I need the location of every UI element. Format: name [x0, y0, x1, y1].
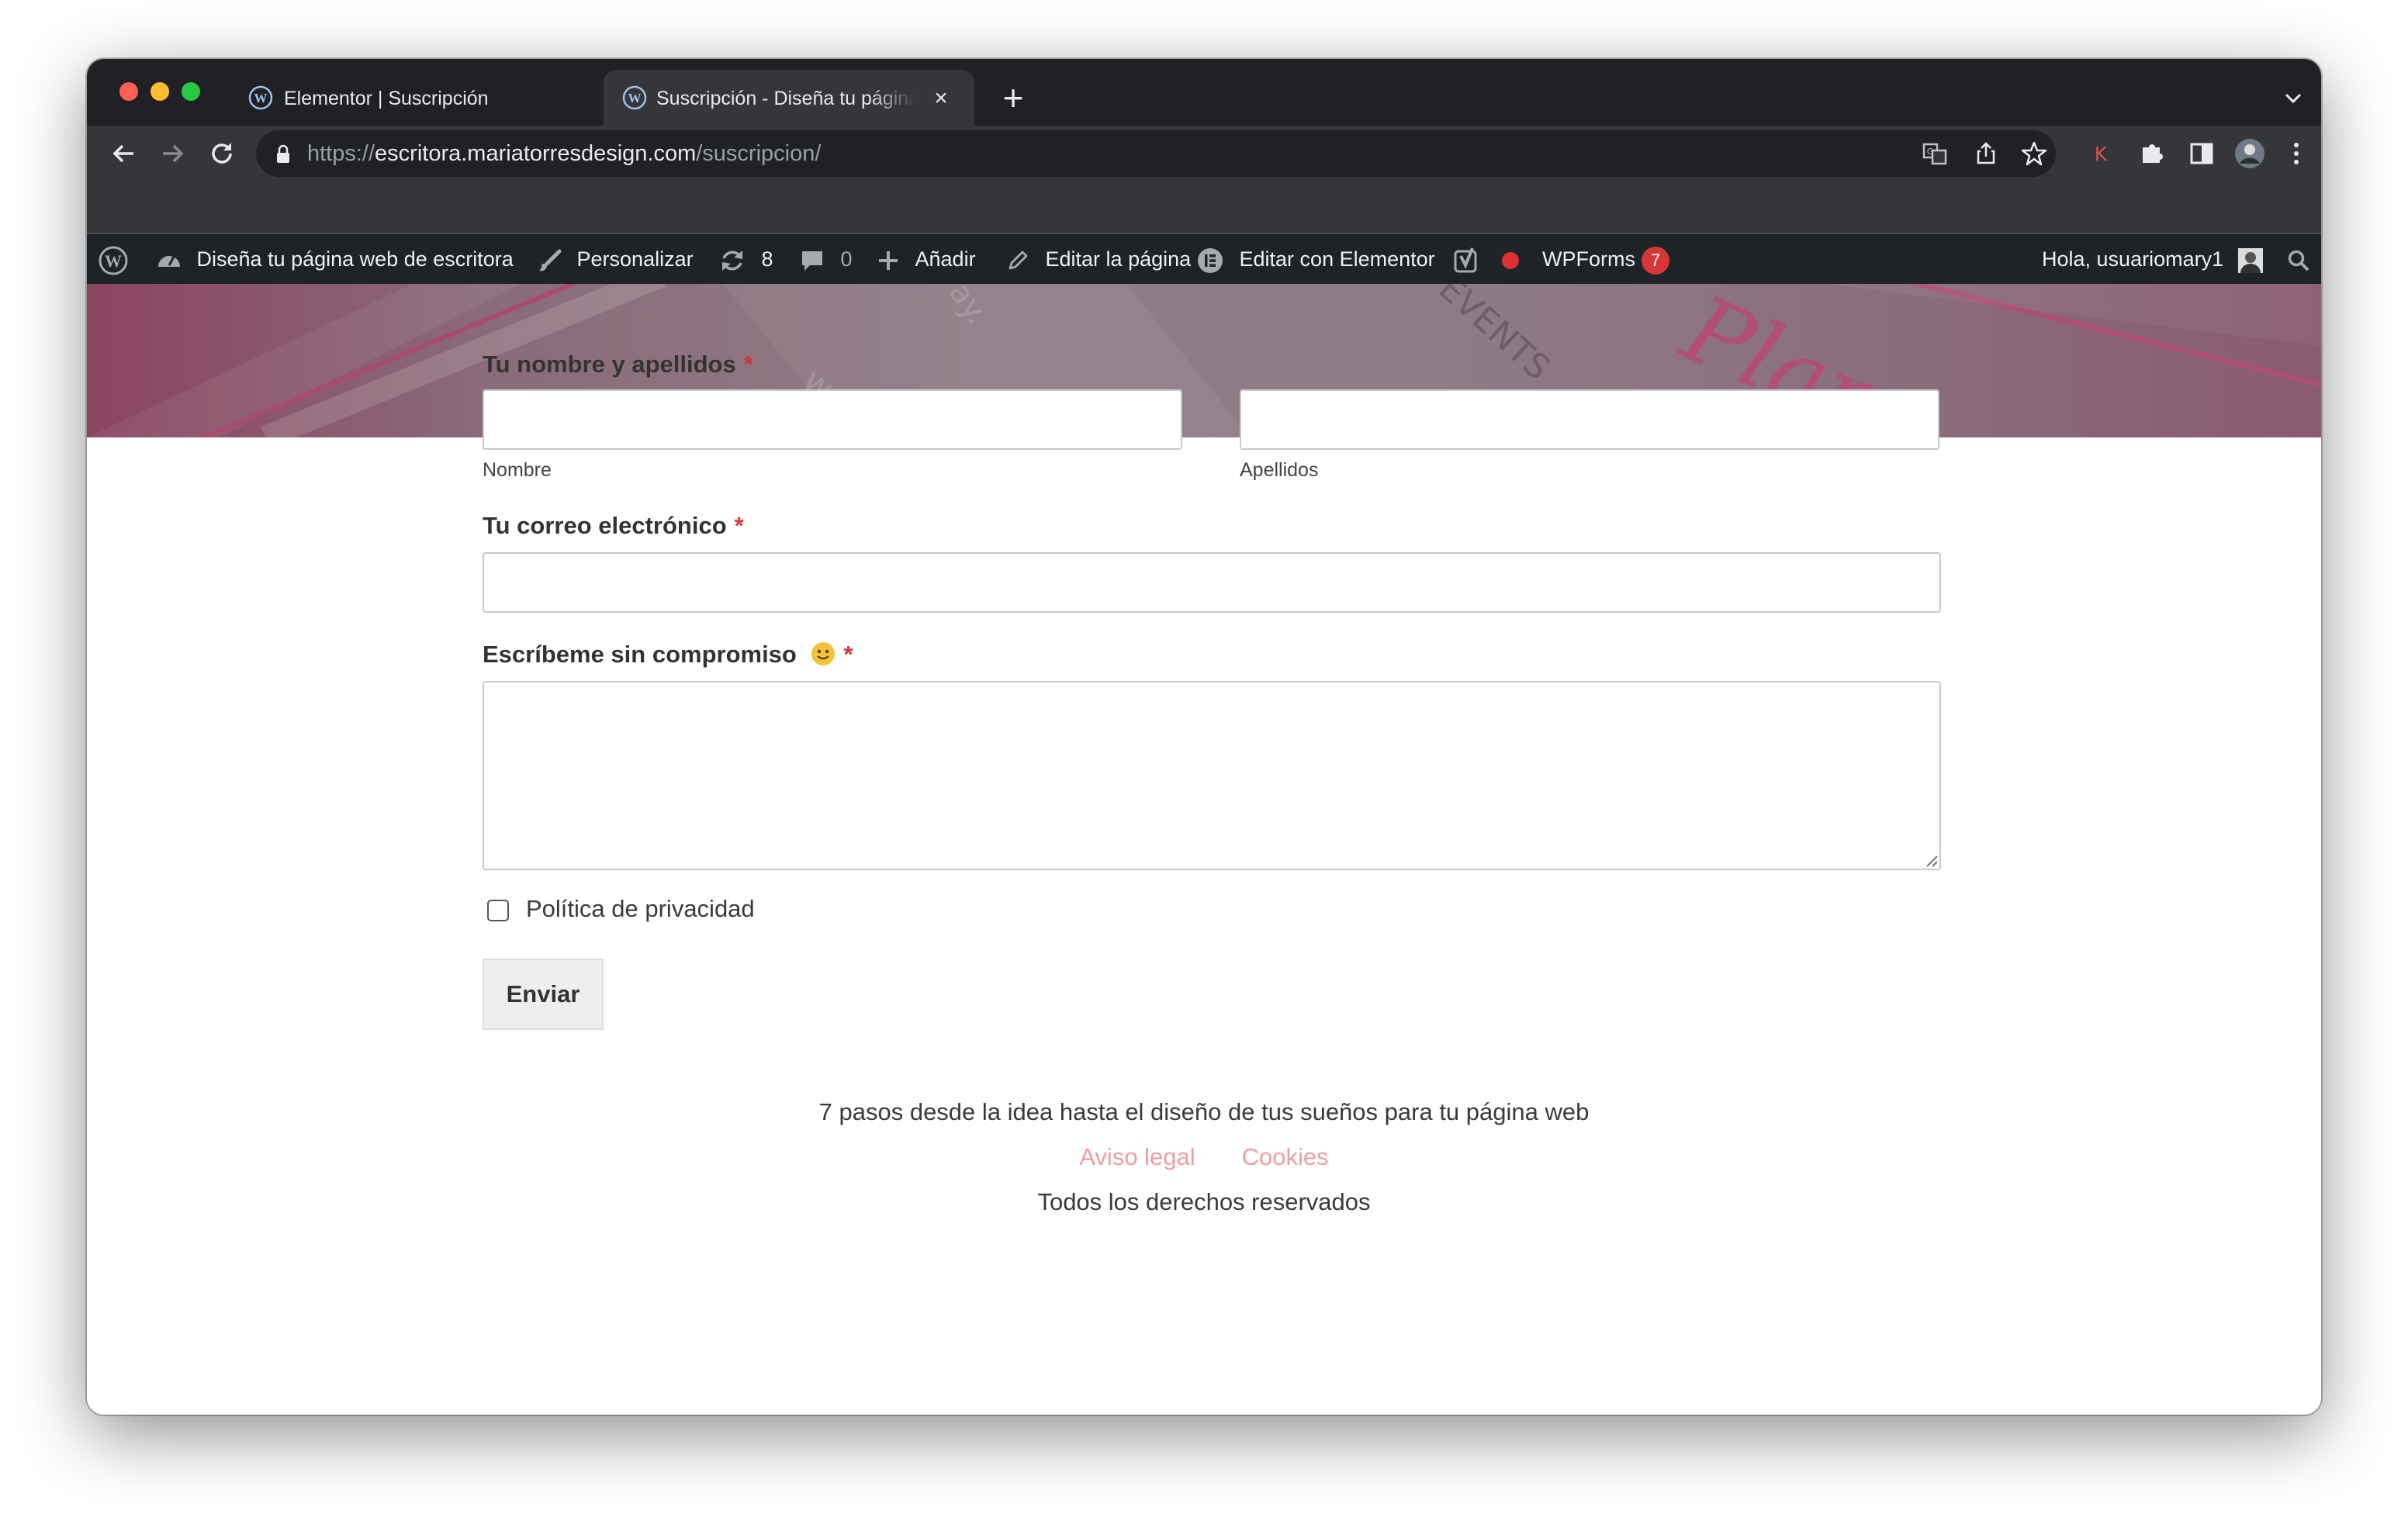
first-name-sublabel: Nombre — [483, 459, 552, 481]
extension-k-icon[interactable]: K — [2084, 137, 2118, 171]
browser-toolbar: https://escritora.mariatorresdesign.com/… — [87, 126, 2321, 181]
hero-decorative-pattern: wedn ay. EVENTS Plan — [87, 284, 2321, 437]
more-menu-icon[interactable] — [2279, 137, 2313, 171]
paintbrush-icon — [539, 249, 562, 271]
reload-icon[interactable] — [205, 137, 239, 171]
comment-bubble-icon — [802, 251, 822, 271]
svg-text:W: W — [105, 251, 122, 271]
yoast-icon — [1454, 247, 1477, 273]
updates-link[interactable]: 8 — [718, 234, 773, 284]
close-tab-icon[interactable]: × — [929, 87, 953, 110]
wpforms-menu[interactable]: WPForms 7 — [1542, 234, 1669, 284]
admin-search-button[interactable] — [2287, 234, 2310, 284]
yoast-seo-menu[interactable] — [1454, 234, 1521, 284]
address-bar[interactable]: https://escritora.mariatorresdesign.com/… — [256, 130, 2056, 177]
site-name-menu[interactable]: Diseña tu página web de escritora — [155, 234, 514, 284]
footer-rights: Todos los derechos reservados — [1037, 1188, 1371, 1215]
cookies-link[interactable]: Cookies — [1242, 1143, 1329, 1170]
add-new-menu[interactable]: Añadir — [877, 234, 976, 284]
submit-button[interactable]: Enviar — [483, 959, 604, 1030]
first-name-input[interactable] — [483, 389, 1182, 450]
new-tab-button[interactable]: + — [996, 80, 1030, 116]
back-arrow-icon[interactable] — [107, 137, 141, 171]
required-asterisk: * — [734, 512, 744, 539]
my-account-menu[interactable]: Hola, usuariomary1 — [2042, 234, 2264, 284]
updates-refresh-icon — [722, 250, 742, 271]
bookmarks-bar — [87, 181, 2321, 234]
privacy-policy-label[interactable]: Política de privacidad — [526, 895, 755, 923]
profile-avatar-icon[interactable] — [2233, 137, 2267, 171]
email-field-label: Tu correo electrónico * — [483, 512, 744, 539]
tab-title: Elementor | Suscripción — [284, 88, 489, 109]
share-icon[interactable] — [1970, 138, 2001, 169]
translate-icon[interactable]: G — [1919, 138, 1950, 169]
resize-handle-icon[interactable] — [1924, 853, 1938, 867]
bookmark-star-icon[interactable] — [2019, 138, 2050, 169]
user-avatar-icon — [2237, 247, 2263, 273]
email-input[interactable] — [483, 552, 1941, 613]
chevron-down-icon[interactable] — [2282, 87, 2304, 109]
svg-text:W: W — [628, 91, 642, 105]
wpforms-count-badge: 7 — [1641, 246, 1669, 275]
svg-text:G: G — [1927, 147, 1934, 157]
lock-icon[interactable] — [275, 144, 292, 164]
zoom-window-button[interactable] — [182, 82, 200, 101]
wordpress-icon: W — [248, 85, 273, 110]
elementor-icon — [1198, 247, 1223, 273]
browser-window: W Elementor | Suscripción × W Suscripció… — [87, 59, 2321, 1415]
minimize-window-button[interactable] — [150, 82, 169, 101]
url-text[interactable]: https://escritora.mariatorresdesign.com/… — [307, 140, 821, 168]
hero-banner-image: wedn ay. EVENTS Plan — [87, 284, 2321, 437]
side-panel-icon[interactable] — [2185, 137, 2219, 171]
svg-text:K: K — [2095, 143, 2108, 165]
required-asterisk: * — [843, 641, 853, 668]
required-asterisk: * — [743, 351, 753, 378]
smiley-emoji-icon — [811, 642, 835, 665]
svg-text:W: W — [254, 91, 268, 105]
last-name-sublabel: Apellidos — [1240, 459, 1319, 481]
comments-link[interactable]: 0 — [799, 234, 853, 284]
wordpress-icon: W — [622, 85, 647, 110]
tab-title: Suscripción - Diseña tu página web de es… — [656, 88, 915, 109]
message-textarea[interactable] — [483, 681, 1941, 870]
customize-link[interactable]: Personalizar — [537, 234, 694, 284]
edit-with-elementor-link[interactable]: Editar con Elementor — [1196, 234, 1435, 284]
legal-notice-link[interactable]: Aviso legal — [1079, 1143, 1195, 1170]
forward-arrow-icon[interactable] — [155, 137, 189, 171]
message-field-label: Escríbeme sin compromiso * — [483, 641, 853, 668]
extensions-puzzle-icon[interactable] — [2135, 137, 2169, 171]
dashboard-gauge-icon — [158, 255, 180, 267]
footer-tagline: 7 pasos desde la idea hasta el diseño de… — [818, 1098, 1590, 1125]
wp-admin-bar: W Diseña tu página web de escritora Pers… — [87, 234, 2321, 284]
search-icon — [2288, 250, 2309, 271]
edit-page-link[interactable]: Editar la página — [1005, 234, 1191, 284]
plus-icon — [879, 251, 898, 270]
tab-suscripcion[interactable]: W Suscripción - Diseña tu página web de … — [604, 70, 974, 126]
pencil-icon — [1009, 251, 1028, 270]
privacy-checkbox[interactable] — [487, 900, 509, 921]
svg-text:EVENTS: EVENTS — [1431, 284, 1558, 388]
close-window-button[interactable] — [119, 82, 138, 101]
name-field-label: Tu nombre y apellidos * — [483, 351, 753, 378]
tab-strip: W Elementor | Suscripción × W Suscripció… — [87, 59, 2321, 126]
footer-links: Aviso legal Cookies — [87, 1143, 2321, 1171]
wordpress-logo-icon: W — [99, 246, 128, 275]
seo-status-dot-icon — [1501, 251, 1519, 269]
page-content: wedn ay. EVENTS Plan Tu nombre y apellid… — [87, 284, 2321, 1415]
wp-logo-menu[interactable]: W — [98, 234, 129, 284]
last-name-input[interactable] — [1240, 389, 1939, 450]
